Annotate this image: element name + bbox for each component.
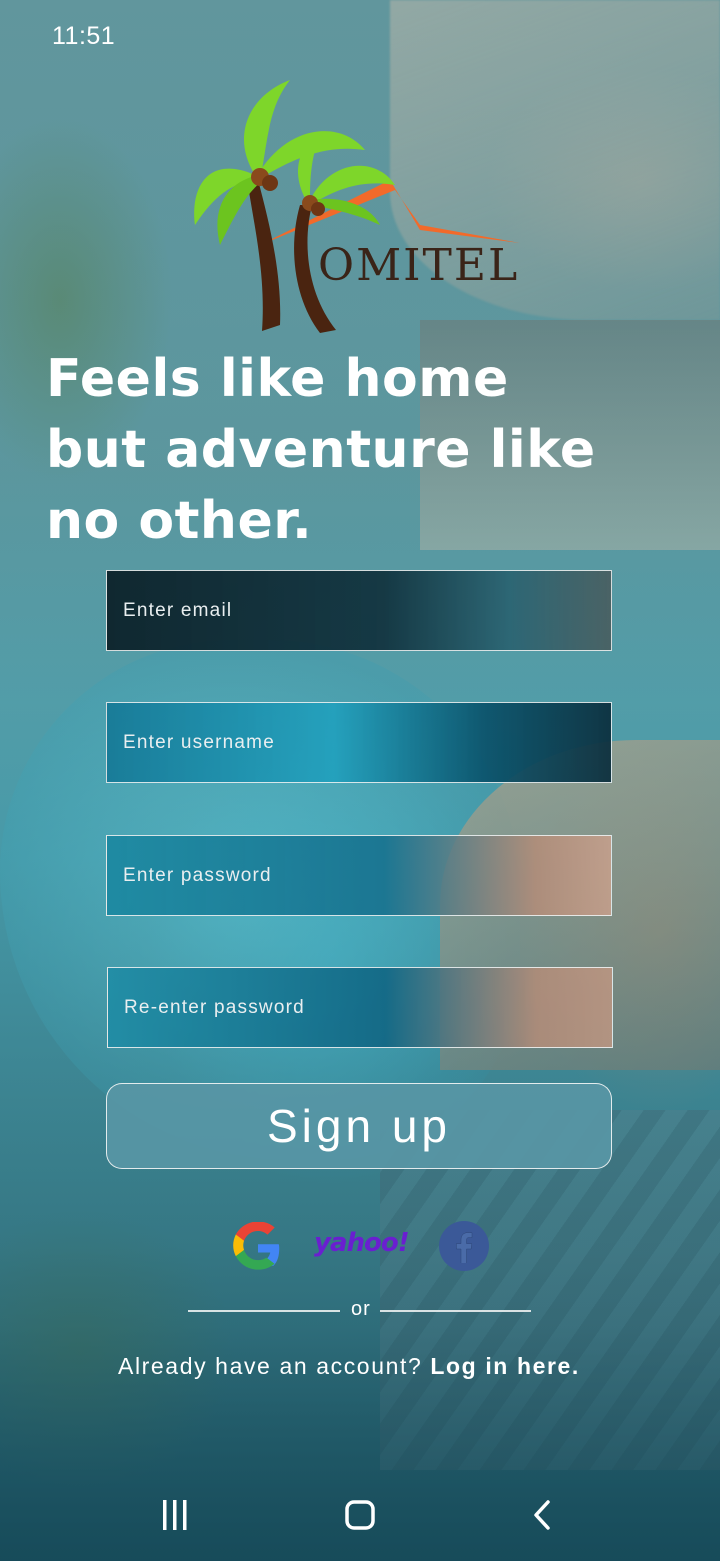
password-placeholder: Enter password (123, 864, 272, 886)
divider-right (380, 1310, 531, 1312)
reenter-password-field[interactable]: Re-enter password (107, 967, 613, 1048)
login-link[interactable]: Log in here. (430, 1353, 580, 1379)
email-field[interactable]: Enter email (106, 570, 612, 651)
navigation-bar (0, 1478, 720, 1561)
recent-apps-icon[interactable] (160, 1496, 190, 1536)
login-prompt-line: Already have an account? Log in here. (118, 1353, 580, 1380)
tagline-line-3: no other. (46, 491, 313, 551)
home-icon[interactable] (343, 1496, 377, 1536)
password-field[interactable]: Enter password (106, 835, 612, 916)
homitel-logo (194, 80, 520, 333)
yahoo-icon[interactable]: yahoo! (314, 1228, 410, 1258)
signup-button[interactable]: Sign up (106, 1083, 612, 1169)
status-time: 11:51 (52, 22, 116, 50)
back-icon[interactable] (528, 1496, 558, 1536)
logo-wordmark: OMITEL (318, 240, 520, 291)
username-placeholder: Enter username (123, 731, 275, 753)
tagline-line-1: Feels like home (46, 349, 509, 409)
username-field[interactable]: Enter username (106, 702, 612, 783)
divider-left (188, 1310, 340, 1312)
reenter-password-placeholder: Re-enter password (124, 996, 305, 1018)
tagline-line-2: but adventure like (46, 420, 596, 480)
email-placeholder: Enter email (123, 599, 233, 621)
facebook-icon[interactable] (438, 1220, 490, 1272)
login-prompt: Already have an account? (118, 1353, 423, 1379)
or-label: or (351, 1298, 371, 1320)
tagline: Feels like home but adventure like no ot… (46, 344, 646, 557)
google-icon[interactable] (232, 1222, 284, 1274)
